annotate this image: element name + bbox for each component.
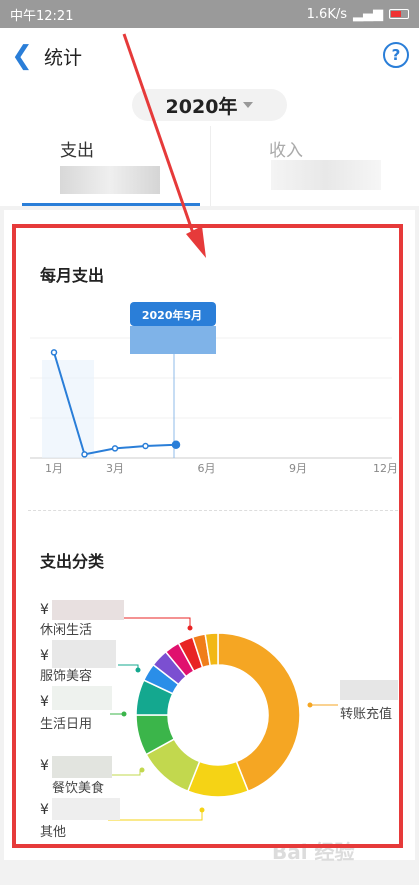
blurred-amount [52, 600, 124, 620]
watermark-text: Bai 经验 [272, 840, 355, 864]
tab-expense[interactable]: 支出 [0, 126, 210, 206]
monthly-section-title: 每月支出 [40, 266, 105, 285]
status-icons: 1.6K/s ▂▄▆ [307, 7, 409, 22]
leader-dot [307, 702, 313, 708]
data-point[interactable] [111, 445, 119, 452]
x-tick-labels: 1月 3月 6月 9月 12月 [45, 462, 398, 475]
donut-slices [135, 632, 301, 798]
leader-line [124, 617, 191, 628]
tab-expense-label: 支出 [60, 141, 94, 161]
leader-line [108, 770, 141, 776]
x-tick-label: 1月 [45, 462, 63, 475]
category-donut-chart[interactable]: ¥ 休闲生活 ¥ 服饰美容 ¥ 生活日用 ¥ 餐饮美食 ¥ 其他 转账充值 [0, 590, 419, 850]
x-tick-label: 3月 [106, 462, 124, 475]
leader-dot [187, 625, 193, 631]
data-point[interactable] [142, 442, 149, 450]
category-label: 餐饮美食 [52, 780, 104, 796]
area-highlight [42, 360, 94, 458]
category-label: 生活日用 [40, 717, 92, 732]
category-label: 其他 [40, 825, 66, 840]
leader-dot [135, 667, 141, 673]
app-bar: ❮ 统计 ? [0, 28, 419, 84]
tooltip-title: 2020年5月 [142, 308, 202, 322]
amount-currency: ¥ [40, 602, 49, 618]
year-selector[interactable]: 2020年 [131, 89, 288, 121]
help-button[interactable]: ? [383, 42, 409, 68]
chevron-down-icon [243, 102, 254, 108]
leader-line [108, 810, 203, 821]
tab-underline [22, 203, 200, 206]
category-label: 休闲生活 [40, 623, 92, 638]
category-label: 转账充值 [340, 706, 392, 722]
year-bar: 2020年 [0, 84, 419, 126]
page-title: 统计 [44, 46, 83, 69]
amount-currency: ¥ [40, 694, 49, 710]
tab-income[interactable]: 收入 [210, 126, 419, 206]
data-point[interactable] [81, 451, 88, 458]
blurred-amount [271, 160, 381, 190]
network-speed: 1.6K/s [306, 6, 347, 22]
question-icon: ? [391, 46, 401, 64]
x-tick-label: 12月 [373, 462, 398, 475]
blurred-amount [60, 166, 160, 194]
blurred-amount [52, 756, 112, 778]
blurred-amount [52, 686, 112, 710]
status-time: 中午12:21 [10, 8, 74, 24]
blurred-amount [340, 680, 398, 700]
amount-currency: ¥ [40, 648, 49, 664]
back-button[interactable]: ❮ [0, 28, 44, 84]
tooltip-blurred-value [130, 326, 216, 354]
chevron-left-icon: ❮ [11, 41, 33, 71]
year-value: 2020年 [165, 95, 238, 118]
data-point[interactable] [171, 440, 181, 450]
leader-dot [139, 767, 145, 773]
blurred-amount [52, 798, 120, 820]
battery-icon [389, 9, 409, 19]
leader-line [118, 664, 139, 670]
amount-currency: ¥ [40, 758, 49, 774]
category-label: 服饰美容 [40, 668, 92, 684]
leader-dot [121, 711, 127, 717]
monthly-line-chart[interactable]: 2020年5月 1月 3月 6月 9月 12月 [0, 290, 419, 490]
status-bar: 中午12:21 1.6K/s ▂▄▆ [0, 0, 419, 28]
signal-icon: ▂▄▆ [353, 6, 383, 22]
tabs: 支出 收入 [0, 126, 419, 206]
x-tick-label: 9月 [289, 462, 307, 475]
category-section-title: 支出分类 [40, 552, 105, 571]
tab-income-label: 收入 [269, 141, 303, 161]
amount-currency: ¥ [40, 802, 49, 818]
x-tick-label: 6月 [198, 462, 216, 475]
data-point[interactable] [50, 349, 58, 356]
leader-dot [199, 807, 205, 813]
blurred-amount [52, 640, 116, 668]
section-divider [28, 510, 398, 511]
